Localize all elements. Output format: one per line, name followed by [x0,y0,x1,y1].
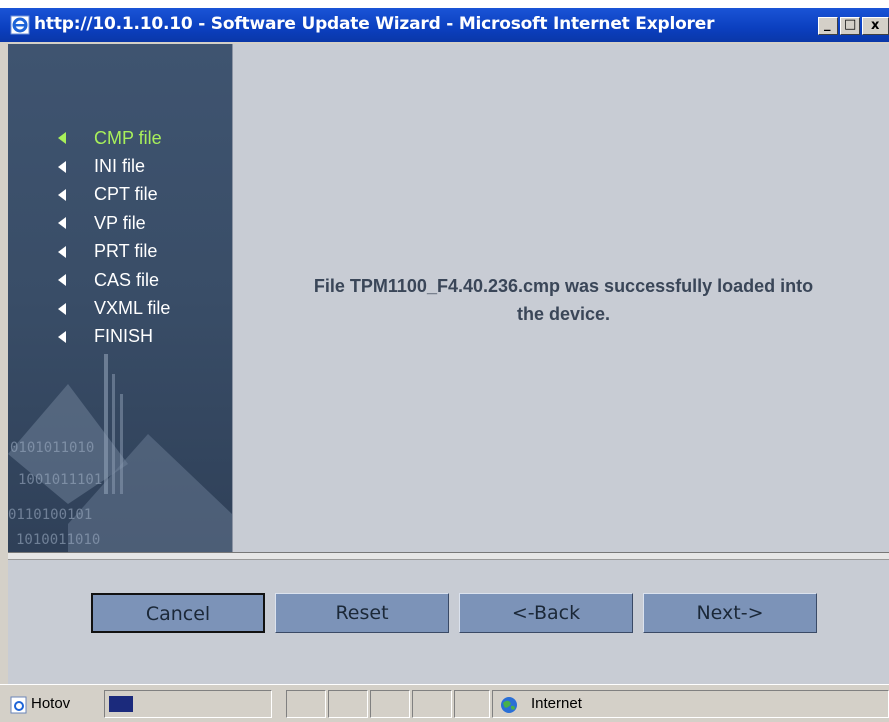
step-ini-file[interactable]: INI file [48,152,170,180]
status-pane [412,690,452,718]
close-icon: x [871,18,880,33]
maximize-icon: □ [844,17,857,32]
page-icon [10,696,27,714]
svg-text:1010011010: 1010011010 [16,532,100,548]
status-text: Hotov [31,695,71,712]
step-bullet-icon [48,273,72,287]
svg-text:0101011010: 0101011010 [10,440,94,456]
step-bullet-icon [48,188,72,202]
step-bullet-icon [48,216,72,230]
step-label: VXML file [94,298,171,319]
step-label: VP file [94,212,146,233]
step-cmp-file[interactable]: CMP file [48,124,170,152]
back-button[interactable]: <-Back [459,593,633,633]
step-prt-file[interactable]: PRT file [48,238,170,266]
progress-fill [109,696,133,712]
security-zone-pane: Internet [492,690,889,718]
step-cas-file[interactable]: CAS file [48,266,170,294]
status-bar: Hotov Internet [0,684,889,722]
next-button[interactable]: Next-> [643,593,817,633]
status-message-line1: File TPM1100_F4.40.236.cmp was successfu… [313,276,814,296]
step-vp-file[interactable]: VP file [48,209,170,237]
maximize-button[interactable]: □ [840,17,860,35]
step-label: PRT file [94,241,158,262]
internet-explorer-icon [10,15,30,35]
step-bullet-icon [48,245,72,259]
minimize-icon: _ [824,17,831,32]
wizard-steps-nav: CMP file INI file CPT file VP file PRT f… [48,124,170,351]
progress-segment [104,690,272,718]
status-pane [328,690,368,718]
status-pane [454,690,490,718]
decorative-binary-graphic: 0101011010 1001011101 0110100101 1010011… [8,354,232,552]
cancel-button[interactable]: Cancel [91,593,265,633]
step-vxml-file[interactable]: VXML file [48,294,170,322]
step-cpt-file[interactable]: CPT file [48,181,170,209]
status-message: File TPM1100_F4.40.236.cmp was successfu… [238,272,889,328]
step-bullet-icon [48,302,72,316]
svg-text:0110100101: 0110100101 [8,507,92,523]
step-bullet-icon [48,160,72,174]
wizard-main-panel: File TPM1100_F4.40.236.cmp was successfu… [238,44,889,552]
status-message-line2: the device. [516,304,611,324]
security-zone-label: Internet [531,695,582,712]
step-label: INI file [94,156,146,177]
step-label: CMP file [94,127,162,148]
step-bullet-icon [48,131,72,145]
panel-separator [8,552,889,560]
step-label: CPT file [94,184,158,205]
svg-text:1001011101: 1001011101 [18,472,102,488]
window-title: http://10.1.10.10 - Software Update Wiza… [34,14,715,34]
reset-button[interactable]: Reset [275,593,449,633]
cropped-header-text [0,0,60,8]
wizard-steps-sidebar: CMP file INI file CPT file VP file PRT f… [8,44,232,552]
step-label: CAS file [94,269,160,290]
close-button[interactable]: x [862,17,889,35]
window-titlebar[interactable]: http://10.1.10.10 - Software Update Wiza… [0,8,889,42]
status-pane [370,690,410,718]
wizard-button-bar: Cancel Reset <-Back Next-> [8,560,889,684]
minimize-button[interactable]: _ [818,17,838,35]
step-bullet-icon [48,330,72,344]
globe-icon [501,697,517,713]
status-pane [286,690,326,718]
